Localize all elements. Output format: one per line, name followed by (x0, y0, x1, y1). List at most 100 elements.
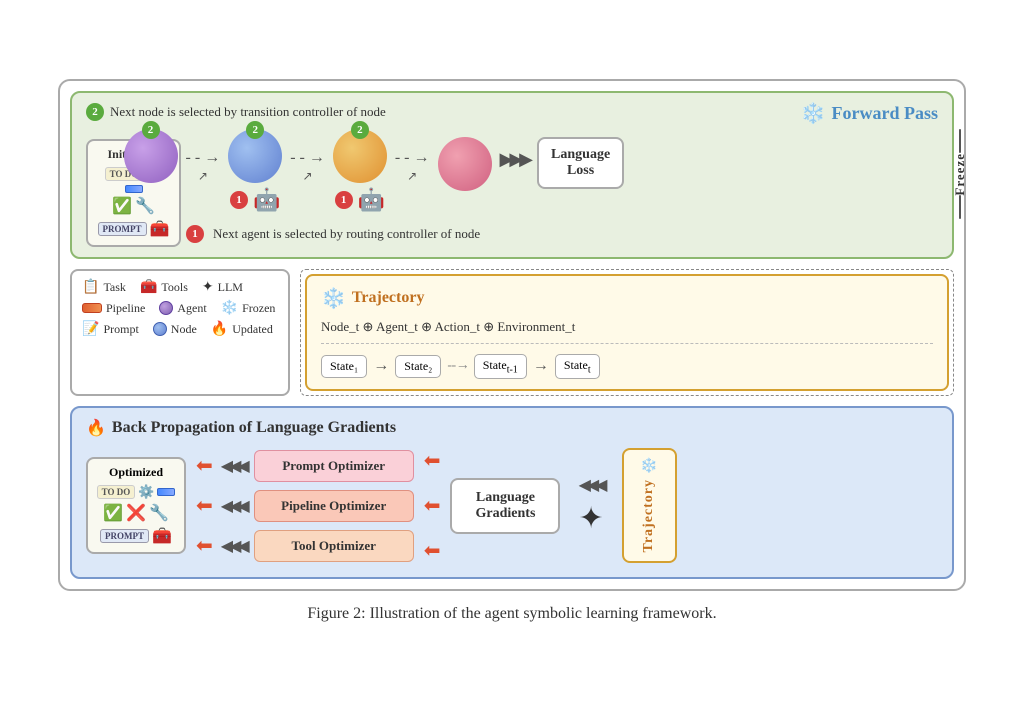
red-num-3: 1 (335, 191, 353, 209)
green-num-1: 2 (142, 121, 160, 139)
task-icon: 📋 (82, 279, 99, 296)
node4-group (438, 129, 492, 191)
opt-x-icon: ❌ (126, 503, 146, 523)
node2-agent-row: 1 🤖 (230, 187, 280, 213)
triple-left-2: ◀◀◀ (221, 496, 246, 516)
freeze-line2 (959, 195, 961, 219)
connector-bar (125, 185, 143, 193)
grad-arrow-mid: ⬅ (424, 493, 441, 518)
traj-snowflake-icon: ❄️ (321, 286, 346, 311)
main-diagram: ❄️ Forward Pass 2 Next node is selected … (58, 79, 966, 591)
bp-arrow-2: ⬅ (196, 493, 213, 518)
backprop-title-text: Back Propagation of Language Gradients (112, 419, 396, 437)
state1-box: State₁ (321, 355, 367, 378)
dashed-right-1: - - → (186, 149, 221, 167)
backprop-section: 🔥 Back Propagation of Language Gradients… (70, 406, 954, 579)
opt-check-icon: ✅ (103, 503, 123, 523)
prompt-optimizer-box: Prompt Optimizer (254, 450, 414, 482)
legend-prompt: 📝 Prompt (82, 321, 139, 338)
diag-arrow-1: ↗ (198, 169, 208, 184)
legend-pipeline-label: Pipeline (106, 301, 145, 316)
dashed-right-3: - - → (395, 149, 430, 167)
dashed-right-2: - - → (290, 149, 325, 167)
opt-todo-note: TO DO (97, 485, 136, 499)
tool-optimizer-box: Tool Optimizer (254, 530, 414, 562)
legend-prompt-label: Prompt (103, 322, 138, 337)
arrow-group-3: - - → ↗ (395, 149, 430, 184)
llm-icon: ✦ (202, 279, 214, 296)
check-icon: ✅ (112, 196, 132, 216)
traj-formula-text: Node_t ⊕ Agent_t ⊕ Action_t ⊕ Environmen… (321, 319, 575, 334)
grad-arrow-top: ⬅ (424, 448, 441, 473)
robot-icon-2: 🤖 (253, 187, 280, 213)
fire-legend-icon: 🔥 (211, 321, 228, 338)
figure-caption: Figure 2: Illustration of the agent symb… (58, 605, 966, 623)
openai-logo: ✦ (578, 501, 603, 536)
trajectory-box: ❄️ Trajectory Node_t ⊕ Agent_t ⊕ Action_… (305, 274, 949, 391)
state-dashed-arrow: - - → (447, 358, 467, 374)
opt-connector (157, 488, 175, 496)
trajectory-wrapper: ❄️ Trajectory Node_t ⊕ Agent_t ⊕ Action_… (300, 269, 954, 396)
state2-box: State₂ (395, 355, 441, 378)
tool-optimizer-label: Tool Optimizer (292, 538, 376, 553)
middle-section: 📋 Task 🧰 Tools ✦ LLM Pipeline (70, 269, 954, 396)
bottom-note-text: Next agent is selected by routing contro… (213, 226, 480, 242)
bp-arrow-3: ⬅ (196, 533, 213, 558)
robot-icon-3: 🤖 (358, 187, 385, 213)
legend-node: Node (153, 322, 197, 337)
optimizer-row-1: ⬅ ◀◀◀ Prompt Optimizer (196, 450, 414, 482)
right-side-col: ◀◀◀ ✦ (578, 475, 603, 536)
node3-badge-wrap: 2 (333, 129, 387, 183)
wrench-icon: 🔧 (135, 196, 155, 216)
red-num-bottom: 1 (186, 225, 204, 243)
legend-agent-label: Agent (177, 301, 206, 316)
legend-task: 📋 Task (82, 279, 126, 296)
num-2-top: 2 (86, 103, 104, 121)
trajectory-header: ❄️ Trajectory (321, 286, 933, 311)
legend-task-label: Task (103, 280, 126, 295)
opt-icons-row3: PROMPT 🧰 (96, 526, 176, 546)
optimizer-row-3: ⬅ ◀◀◀ Tool Optimizer (196, 530, 414, 562)
optimizers-col: ⬅ ◀◀◀ Prompt Optimizer ⬅ ◀◀◀ Pipeline Op… (196, 450, 414, 562)
grad-arrows-col: ⬅ ⬅ ⬅ (424, 448, 441, 563)
state-arrow-2: → (533, 357, 549, 375)
fire-icon-bp: 🔥 (86, 418, 106, 438)
trajectory-states: State₁ → State₂ - - → Statet-1 → Statet (321, 354, 933, 379)
lang-grad-label1: Language (466, 490, 544, 506)
legend-box: 📋 Task 🧰 Tools ✦ LLM Pipeline (70, 269, 290, 396)
state-t1-box: Statet-1 (474, 354, 527, 379)
opt-prompt-box: PROMPT (100, 529, 149, 543)
bp-arrow-1: ⬅ (196, 453, 213, 478)
legend-agent: Agent (159, 301, 206, 316)
legend-row-2: Pipeline Agent ❄️ Frozen (82, 300, 278, 317)
legend-llm: ✦ LLM (202, 279, 243, 296)
diag-arrow-3: ↗ (407, 169, 417, 184)
opt-tools-icon: 🧰 (152, 526, 172, 546)
forward-pass-section: ❄️ Forward Pass 2 Next node is selected … (70, 91, 954, 259)
bottom-label: 1 Next agent is selected by routing cont… (186, 225, 938, 243)
freeze-label: Freeze (952, 153, 968, 196)
opt-icons-row2: ✅ ❌ 🔧 (96, 503, 176, 523)
opt-gear-icon: ⚙️ (138, 484, 154, 500)
prompt-legend-icon: 📝 (82, 321, 99, 338)
green-num-3: 2 (351, 121, 369, 139)
opt-wrench: 🔧 (149, 503, 169, 523)
freeze-side: Freeze (952, 129, 968, 219)
freeze-line (959, 129, 961, 153)
trajectory-title: Trajectory (352, 289, 425, 307)
language-loss-box: Language Loss (537, 137, 624, 189)
diag-arrow-2: ↗ (302, 169, 312, 184)
red-num-2: 1 (230, 191, 248, 209)
legend-row-3: 📝 Prompt Node 🔥 Updated (82, 321, 278, 338)
lang-grad-box: Language Gradients (450, 478, 560, 534)
state-t-box: Statet (555, 354, 600, 379)
legend-updated: 🔥 Updated (211, 321, 273, 338)
node2-group: 2 1 🤖 (228, 129, 282, 213)
node3-agent-row: 1 🤖 (335, 187, 385, 213)
figure-container: ❄️ Forward Pass 2 Next node is selected … (42, 63, 982, 639)
trajectory-formula: Node_t ⊕ Agent_t ⊕ Action_t ⊕ Environmen… (321, 319, 933, 344)
green-num-2: 2 (246, 121, 264, 139)
legend-tools-label: Tools (161, 280, 188, 295)
prompt-box: PROMPT (98, 222, 147, 236)
agent-ball (159, 301, 173, 315)
